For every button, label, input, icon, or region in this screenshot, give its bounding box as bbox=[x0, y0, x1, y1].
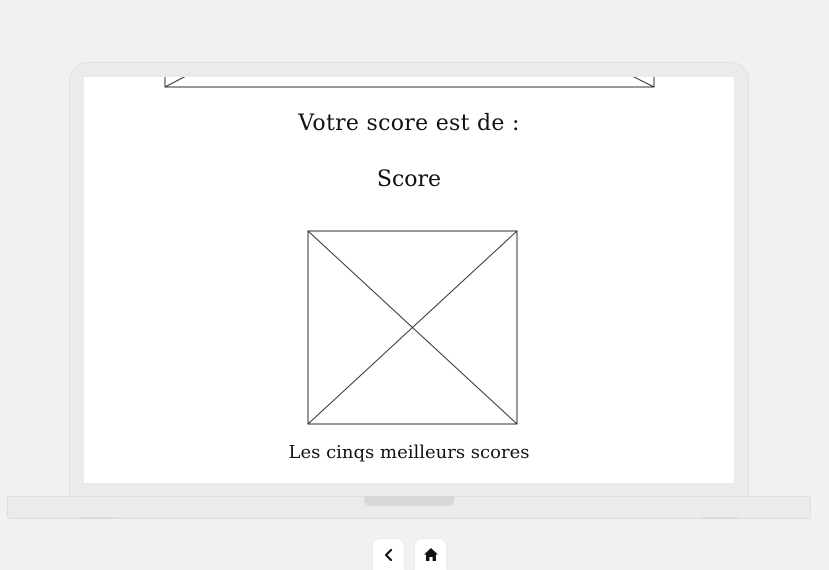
laptop-notch bbox=[364, 496, 454, 506]
image-placeholder bbox=[307, 230, 518, 425]
home-icon bbox=[423, 548, 438, 561]
home-button[interactable] bbox=[415, 539, 446, 570]
score-heading: Votre score est de : bbox=[298, 111, 520, 136]
chevron-left-icon bbox=[384, 548, 392, 561]
laptop-screen: Votre score est de : Score Les cinqs mei… bbox=[84, 77, 734, 483]
laptop-foot-left bbox=[80, 517, 118, 519]
wireframe-box-top bbox=[164, 77, 655, 88]
top-scores-caption: Les cinqs meilleurs scores bbox=[288, 442, 530, 463]
laptop-foot-right bbox=[701, 517, 739, 519]
score-value: Score bbox=[376, 167, 442, 192]
back-button[interactable] bbox=[373, 539, 404, 570]
